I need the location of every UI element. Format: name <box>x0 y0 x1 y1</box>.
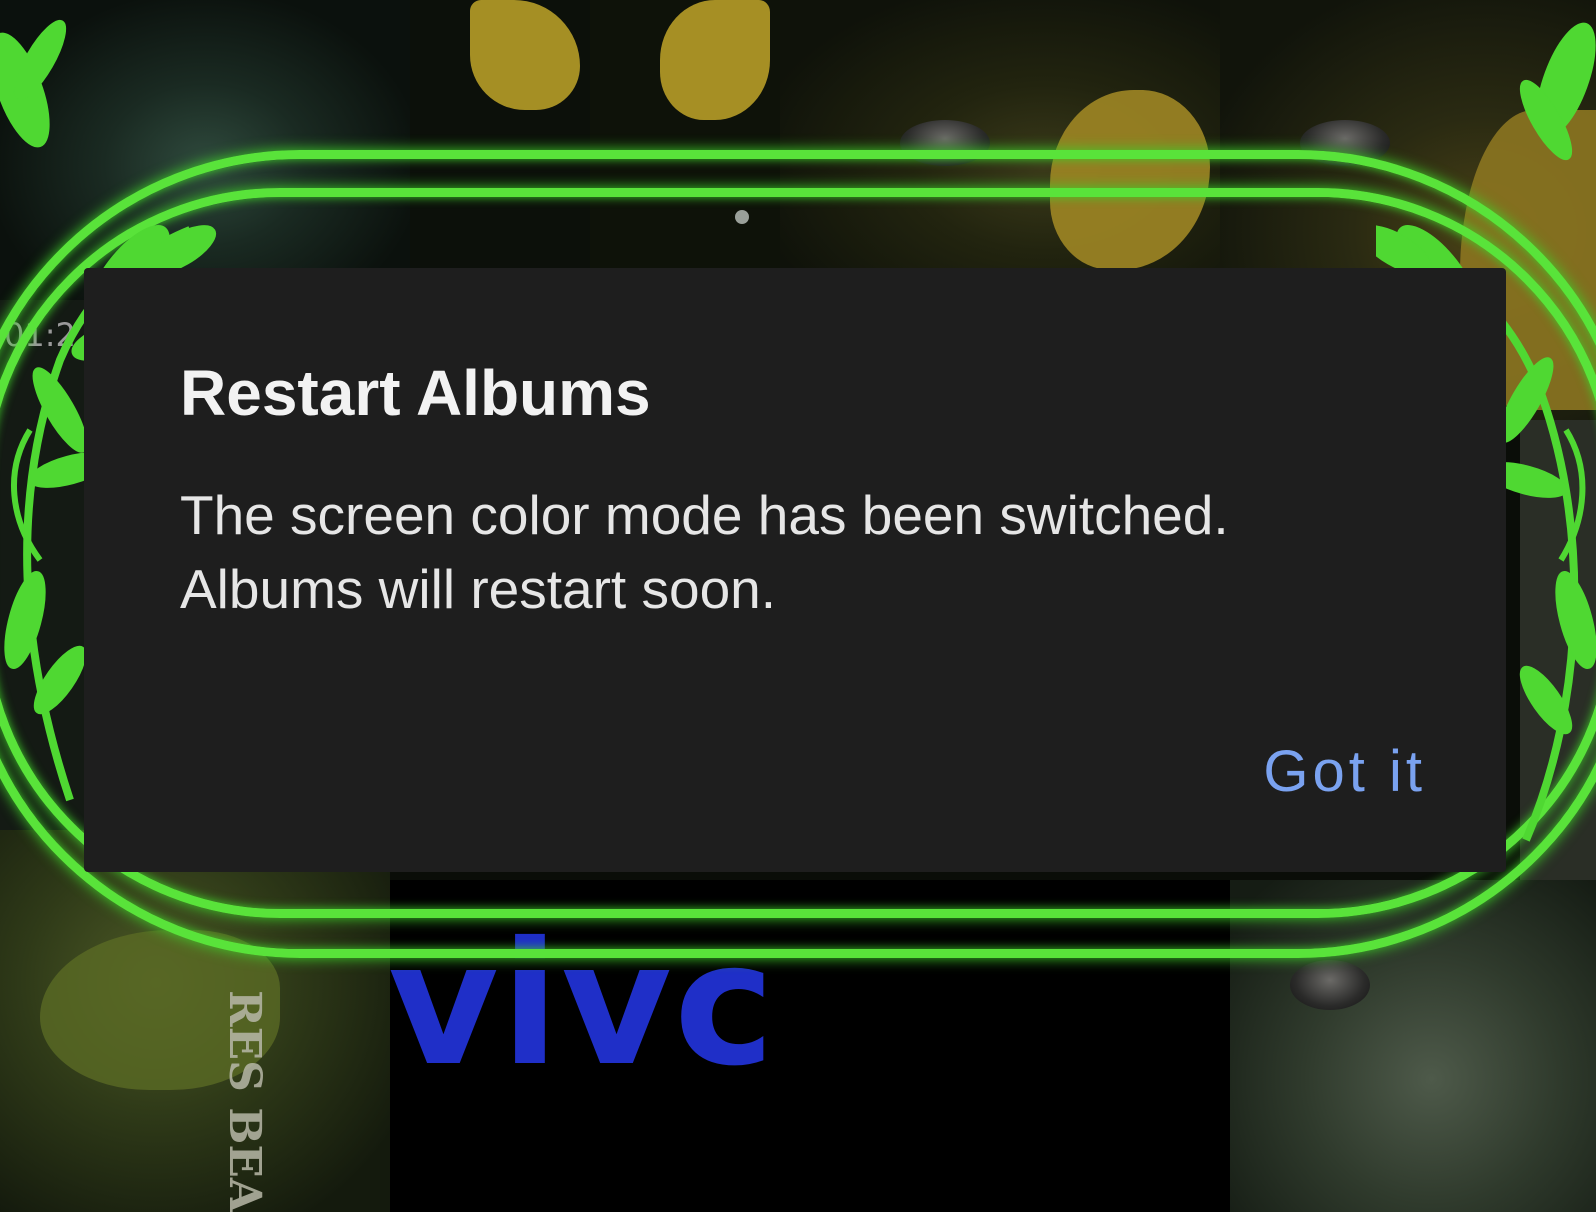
got-it-button[interactable]: Got it <box>1263 738 1426 805</box>
dialog-message: The screen color mode has been switched.… <box>180 478 1420 626</box>
photo-tile[interactable] <box>0 0 410 300</box>
dialog-message-line2: Albums will restart soon. <box>180 558 777 620</box>
flower-image-detail <box>660 0 770 120</box>
page-indicator-dot <box>735 210 749 224</box>
dialog-title: Restart Albums <box>180 357 651 429</box>
photo-tile[interactable] <box>1230 880 1596 1212</box>
brand-logo: vivc <box>388 906 777 1104</box>
bee-image-detail <box>1290 960 1370 1010</box>
bee-image-detail <box>900 120 990 166</box>
restart-dialog: Restart Albums The screen color mode has… <box>84 268 1506 872</box>
screen: 01:2 RES BEA vivc Restart Albums The scr… <box>0 0 1596 1212</box>
photo-tile[interactable] <box>1520 420 1596 880</box>
video-duration-label: 01:2 <box>4 316 76 354</box>
photo-overlay-text: RES BEA <box>219 990 270 1212</box>
dialog-message-line1: The screen color mode has been switched. <box>180 484 1229 546</box>
bee-image-detail <box>1300 120 1390 166</box>
